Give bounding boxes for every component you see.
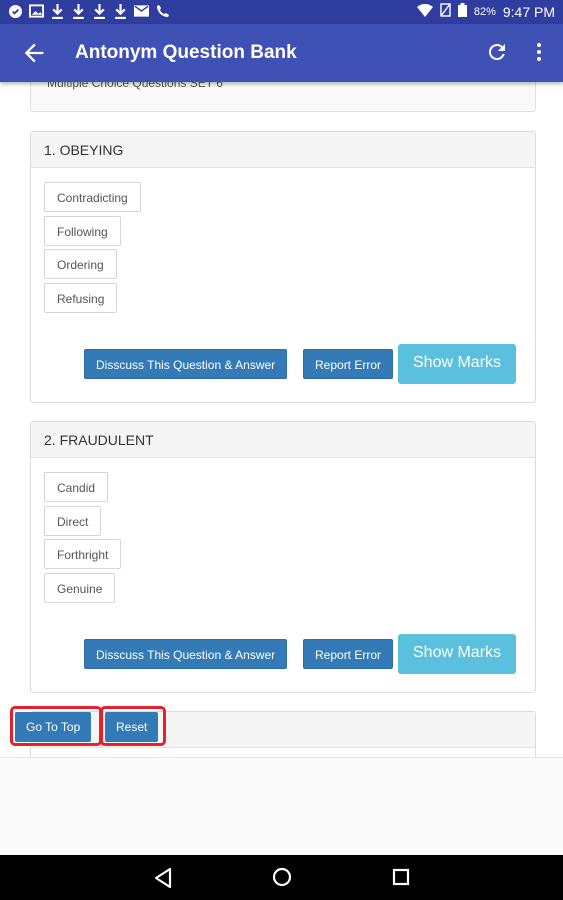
option-button[interactable]: Genuine [44,573,116,603]
download-icon [92,3,107,19]
question-title: 1. OBEYING [31,132,535,168]
phone-icon [155,3,170,19]
show-marks-button[interactable]: Show Marks [398,634,517,674]
signal-off-icon [440,3,451,20]
mail-icon [134,3,149,19]
set-label: Multiple Choice Questions SET 6 [47,82,223,90]
go-to-top-button[interactable]: Go To Top [15,712,92,742]
option-button[interactable]: Forthright [44,539,122,569]
app-title: Antonym Question Bank [75,42,297,63]
app-bar: Antonym Question Bank [0,24,563,82]
question-card: 2. FRAUDULENT Candid Direct Forthright G… [30,421,536,693]
set-header-card: Multiple Choice Questions SET 6 [30,82,536,112]
report-error-button[interactable]: Report Error [303,349,394,379]
refresh-icon[interactable] [485,40,509,64]
nav-recents-icon[interactable] [392,868,410,886]
battery-icon [457,3,467,20]
footer-area [0,757,563,855]
option-button[interactable]: Contradicting [44,182,141,212]
discuss-button[interactable]: Disscuss This Question & Answer [84,639,288,669]
back-arrow-icon[interactable] [20,39,48,67]
system-status: 82% 9:47 PM [416,3,555,20]
question-title: 2. FRAUDULENT [31,422,535,458]
nav-back-icon[interactable] [153,867,173,889]
reset-button[interactable]: Reset [105,712,159,742]
battery-level: 82% [473,5,496,18]
option-button[interactable]: Following [44,216,121,246]
nav-home-icon[interactable] [272,867,292,887]
notification-icons [8,3,170,19]
navigation-bar [0,855,563,900]
option-button[interactable]: Candid [44,472,109,502]
notification-app-icon [8,3,23,19]
more-vert-icon[interactable] [533,40,545,64]
discuss-button[interactable]: Disscuss This Question & Answer [84,349,288,379]
report-error-button[interactable]: Report Error [303,639,394,669]
option-button[interactable]: Ordering [44,249,117,279]
clock: 9:47 PM [502,3,555,20]
image-icon [29,3,44,19]
download-icon [50,3,65,19]
option-button[interactable]: Refusing [44,283,118,313]
go-to-top-highlight: Go To Top [10,706,102,746]
question-card: 1. OBEYING Contradicting Following Order… [30,131,536,403]
option-button[interactable]: Direct [44,506,102,536]
reset-highlight: Reset [100,706,166,746]
download-icon [71,3,86,19]
download-icon [113,3,128,19]
wifi-icon [416,3,433,20]
status-bar: 82% 9:47 PM [0,0,563,24]
show-marks-button[interactable]: Show Marks [398,344,517,384]
question-list[interactable]: Multiple Choice Questions SET 6 1. OBEYI… [0,82,563,757]
